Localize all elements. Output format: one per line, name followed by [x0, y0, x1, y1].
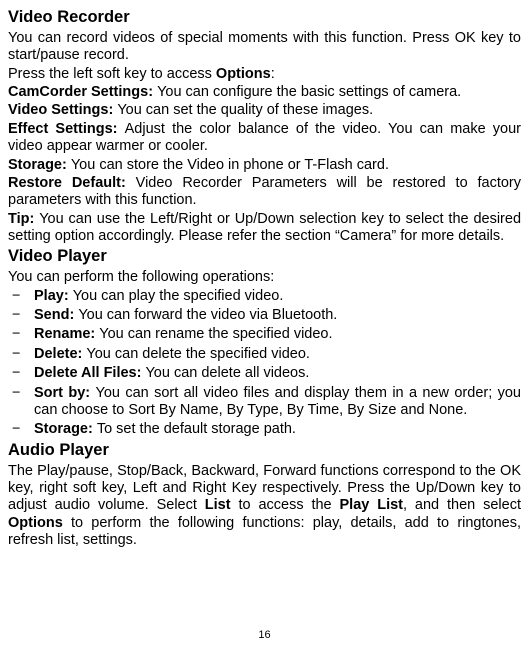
vr-press-left-a: Press the left soft key to access [8, 66, 216, 82]
vp-item-txt: You can sort all video files and display… [34, 385, 521, 418]
ap-t7: to perform the following functions: play… [8, 515, 521, 548]
vr-tip-lbl: Tip: [8, 211, 39, 227]
ap-t2: List [205, 497, 231, 513]
vr-video-settings-txt: You can set the quality of these images. [117, 102, 373, 118]
ap-t4: Play List [340, 497, 404, 513]
vp-item-lbl: Rename: [34, 326, 99, 342]
vp-item-txt: To set the default storage path. [97, 421, 296, 437]
vr-effect-lbl: Effect Settings: [8, 121, 125, 137]
vp-item-txt: You can delete all videos. [145, 365, 309, 381]
list-item: Storage: To set the default storage path… [8, 421, 521, 438]
vp-item-lbl: Storage: [34, 421, 97, 437]
ap-body: The Play/pause, Stop/Back, Backward, For… [8, 463, 521, 550]
vp-item-txt: You can forward the video via Bluetooth. [78, 307, 337, 323]
vr-restore-lbl: Restore Default: [8, 175, 136, 191]
vr-storage-txt: You can store the Video in phone or T-Fl… [71, 157, 389, 173]
vp-item-lbl: Delete: [34, 346, 86, 362]
list-item: Play: You can play the specified video. [8, 288, 521, 305]
vr-storage-lbl: Storage: [8, 157, 71, 173]
video-player-heading: Video Player [8, 247, 521, 267]
vr-press-left: Press the left soft key to access Option… [8, 66, 521, 83]
vr-intro: You can record videos of special moments… [8, 30, 521, 65]
vp-list: Play: You can play the specified video. … [8, 288, 521, 439]
vr-press-left-c: : [271, 66, 275, 82]
vr-tip-txt: You can use the Left/Right or Up/Down se… [8, 211, 521, 244]
vr-tip: Tip: You can use the Left/Right or Up/Do… [8, 211, 521, 246]
list-item: Send: You can forward the video via Blue… [8, 307, 521, 324]
vr-video-settings: Video Settings: You can set the quality … [8, 102, 521, 119]
ap-t6: Options [8, 515, 63, 531]
list-item: Rename: You can rename the specified vid… [8, 326, 521, 343]
vp-item-txt: You can play the specified video. [73, 288, 284, 304]
vr-storage: Storage: You can store the Video in phon… [8, 157, 521, 174]
vp-intro: You can perform the following operations… [8, 269, 521, 286]
vr-camcorder: CamCorder Settings: You can configure th… [8, 84, 521, 101]
ap-t3: to access the [231, 497, 340, 513]
list-item: Sort by: You can sort all video files an… [8, 385, 521, 420]
vr-restore: Restore Default: Video Recorder Paramete… [8, 175, 521, 210]
list-item: Delete All Files: You can delete all vid… [8, 365, 521, 382]
vr-effect: Effect Settings: Adjust the color balanc… [8, 121, 521, 156]
vr-press-left-b: Options [216, 66, 271, 82]
video-recorder-heading: Video Recorder [8, 8, 521, 28]
vp-item-lbl: Play: [34, 288, 73, 304]
vp-item-lbl: Sort by: [34, 385, 95, 401]
page-number: 16 [0, 629, 529, 642]
audio-player-heading: Audio Player [8, 441, 521, 461]
vr-video-settings-lbl: Video Settings: [8, 102, 117, 118]
ap-t5: , and then select [403, 497, 521, 513]
vr-camcorder-txt: You can configure the basic settings of … [157, 84, 461, 100]
vp-item-lbl: Delete All Files: [34, 365, 145, 381]
vr-camcorder-lbl: CamCorder Settings: [8, 84, 157, 100]
vp-item-txt: You can rename the specified video. [99, 326, 332, 342]
vp-item-lbl: Send: [34, 307, 78, 323]
vp-item-txt: You can delete the specified video. [86, 346, 310, 362]
list-item: Delete: You can delete the specified vid… [8, 346, 521, 363]
